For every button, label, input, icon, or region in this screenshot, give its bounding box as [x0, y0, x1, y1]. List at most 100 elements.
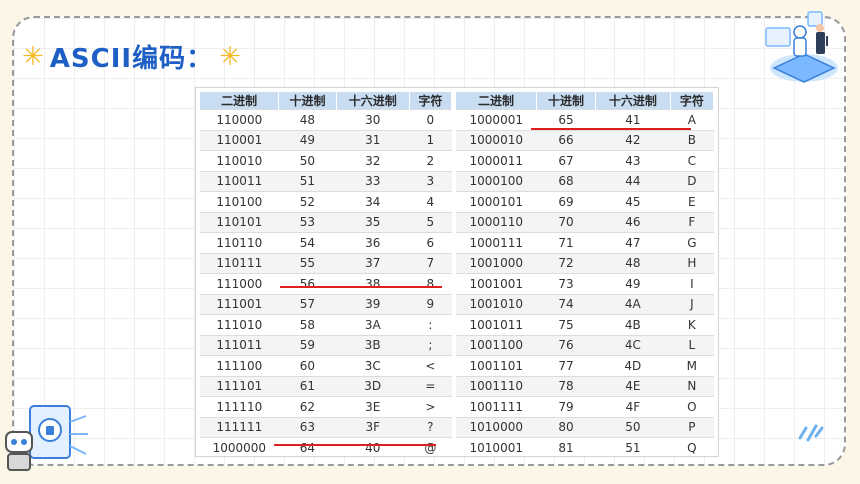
table-cell: 110100 [200, 191, 279, 212]
column-header: 二进制 [456, 92, 538, 110]
table-cell: 1000111 [456, 232, 537, 253]
table-cell: 1001110 [456, 375, 537, 397]
table-cell: O [670, 396, 714, 417]
table-cell: F [670, 211, 714, 233]
table-cell: = [409, 375, 452, 397]
table-row: 1000000 64 40 @ [200, 437, 452, 458]
table-cell: L [670, 334, 714, 356]
table-cell: H [670, 252, 714, 274]
table-cell: 38 [336, 273, 410, 294]
table-cell: 111011 [200, 334, 279, 356]
table-cell: 1000110 [456, 211, 537, 233]
table-cell: 47 [595, 232, 671, 253]
table-cell: 73 [536, 273, 596, 294]
table-cell: 45 [595, 191, 671, 212]
table-row: 1000010 66 42 B [456, 129, 714, 151]
table-cell: 111001 [200, 293, 279, 315]
table-row: 110011 51 33 3 [200, 170, 452, 192]
table-cell: C [670, 150, 714, 171]
table-cell: 6 [409, 232, 452, 253]
title-text: ASCII编码： [49, 44, 214, 74]
table-cell: 64 [278, 437, 337, 458]
table-cell: 52 [278, 191, 337, 212]
table-cell: 53 [278, 211, 337, 233]
table-row: 1000001 65 41 A [456, 109, 714, 130]
table-cell: J [670, 293, 714, 315]
table-cell: 4C [595, 334, 671, 356]
table-cell: I [670, 273, 714, 294]
table-row: 110010 50 32 2 [200, 150, 452, 171]
table-cell: 75 [536, 314, 596, 335]
table-row: 1000111 71 47 G [456, 232, 714, 253]
table-cell: 4D [595, 355, 671, 376]
table-cell: 63 [278, 416, 337, 438]
table-cell: 69 [536, 191, 596, 212]
table-cell: 3E [336, 396, 410, 417]
table-cell: 110000 [200, 109, 279, 130]
table-row: 1001100 76 4C L [456, 334, 714, 356]
table-cell: 1000010 [456, 129, 537, 151]
table-cell: 111111 [200, 416, 279, 438]
table-cell: 3C [336, 355, 410, 376]
table-cell: 1010000 [456, 416, 537, 438]
table-cell: 50 [278, 150, 337, 171]
table-row: 1010001 81 51 Q [456, 437, 714, 458]
table-cell: N [670, 375, 714, 397]
table-cell: 43 [595, 150, 671, 171]
table-cell: 1001101 [456, 355, 537, 376]
robot-illustration [765, 11, 838, 83]
ascii-table-frame: 二进制 十进制 十六进制 字符 110000 48 30 0 110001 49 31 1 11001… [196, 88, 718, 458]
table-cell: 2 [409, 150, 452, 171]
table-cell: 110110 [200, 232, 279, 253]
table-cell: 8 [409, 273, 452, 294]
table-row: 1010000 80 50 P [456, 416, 714, 438]
table-cell: 111100 [200, 355, 279, 376]
table-cell: 60 [278, 355, 337, 376]
table-cell: 31 [336, 129, 410, 151]
table-cell: @ [409, 437, 452, 458]
table-cell: 111101 [200, 375, 279, 397]
table-cell: P [670, 416, 714, 438]
slide-title: ✳ ASCII编码： ✳ [22, 38, 241, 75]
table-row: 1000101 69 45 E [456, 191, 714, 212]
table-row: 1001001 73 49 I [456, 273, 714, 294]
table-row: 1001011 75 4B K [456, 314, 714, 335]
table-cell: 51 [278, 170, 337, 192]
table-cell: 79 [536, 396, 596, 417]
table-cell: 9 [409, 293, 452, 315]
table-cell: 67 [536, 150, 596, 171]
decorative-marks [798, 424, 824, 442]
table-cell: 110111 [200, 252, 279, 274]
table-cell: 1000100 [456, 170, 537, 192]
table-cell: 1001010 [456, 293, 537, 315]
table-row: 1000011 67 43 C [456, 150, 714, 171]
table-cell: 3 [409, 170, 452, 192]
table-row: 1001101 77 4D M [456, 355, 714, 376]
table-row: 1000110 70 46 F [456, 211, 714, 233]
table-row: 1001010 74 4A J [456, 293, 714, 315]
table-cell: 1001000 [456, 252, 537, 274]
table-cell: 3D [336, 375, 410, 397]
table-cell: 74 [536, 293, 596, 315]
table-cell: 4 [409, 191, 452, 212]
table-cell: 5 [409, 211, 452, 233]
table-cell: 4A [595, 293, 671, 315]
table-cell: K [670, 314, 714, 335]
table-cell: 111000 [200, 273, 279, 294]
table-row: 110100 52 34 4 [200, 191, 452, 212]
table-row: 1000100 68 44 D [456, 170, 714, 192]
column-header: 十进制 [278, 92, 337, 110]
column-header: 字符 [409, 92, 453, 110]
table-cell: < [409, 355, 452, 376]
underline-row-56 [280, 286, 442, 288]
table-cell: 110001 [200, 129, 279, 151]
table-cell: 33 [336, 170, 410, 192]
table-cell: 41 [595, 109, 671, 130]
table-cell: 1000011 [456, 150, 537, 171]
underline-row-64 [274, 444, 436, 446]
table-row: 111010 58 3A: [200, 314, 452, 335]
column-header: 二进制 [200, 92, 280, 110]
table-cell: 77 [536, 355, 596, 376]
table-cell: 65 [536, 109, 596, 130]
table-cell: 37 [336, 252, 410, 274]
